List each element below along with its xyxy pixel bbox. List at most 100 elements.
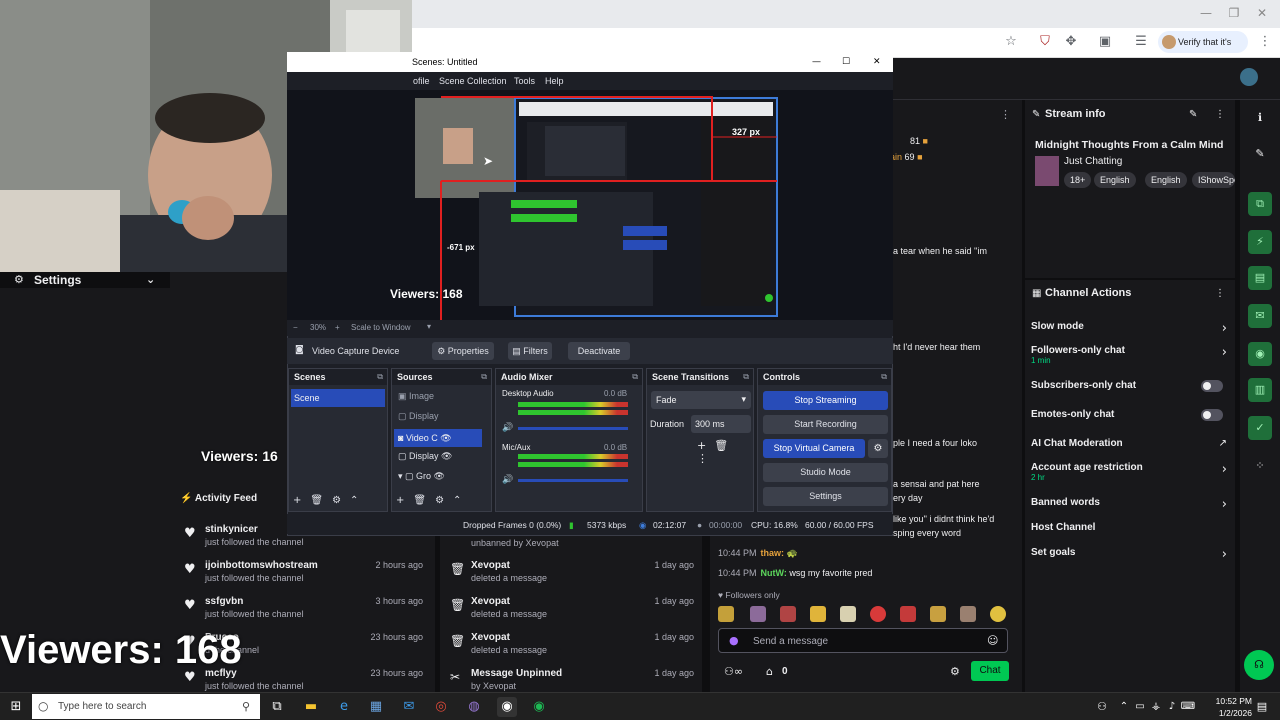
host-channel-row[interactable]: Host Channel <box>1031 522 1231 533</box>
chat-bubble-icon[interactable]: ✉ <box>1248 304 1272 328</box>
minimize-icon[interactable]: — <box>812 52 821 72</box>
followers-only-row[interactable]: Followers-only chat 1 min › <box>1031 345 1231 365</box>
tag[interactable]: IShowSpe <box>1192 172 1235 188</box>
account-age-row[interactable]: Account age restriction 2 hr › <box>1031 462 1231 482</box>
ai-moderation-row[interactable]: AI Chat Moderation ↗ <box>1031 438 1231 449</box>
file-explorer-icon[interactable]: ▬ <box>301 697 321 717</box>
app-icon[interactable]: ◍ <box>464 697 484 717</box>
more-menu-icon[interactable]: ⋮ <box>1256 34 1274 52</box>
chrome-icon[interactable]: ◎ <box>431 697 451 717</box>
emote[interactable] <box>840 606 856 622</box>
scale-mode[interactable]: Scale to Window <box>351 323 411 332</box>
source-item-selected[interactable]: ◙ Video C 👁 <box>394 429 482 447</box>
start-recording-button[interactable]: Start Recording <box>763 415 888 434</box>
chevron-down-icon[interactable]: ▾ <box>427 322 431 331</box>
bolt-icon[interactable]: ⚡ <box>1248 230 1272 254</box>
extension-shield-icon[interactable]: ⛉ <box>1036 34 1054 52</box>
support-chat-icon[interactable]: ☊ <box>1244 650 1274 680</box>
more-options-icon[interactable]: ⋮ <box>1215 288 1225 299</box>
duration-input[interactable]: 300 ms <box>691 415 751 433</box>
info-icon[interactable]: ℹ <box>1248 106 1272 130</box>
verify-identity-button[interactable]: Verify that it's you <box>1158 31 1248 69</box>
layout-icon[interactable]: ▥ <box>1248 378 1272 402</box>
list-item[interactable]: ♥ ijoinbottomswhostream just followed th… <box>184 560 429 594</box>
system-clock[interactable]: 10:52 PM 1/2/2026 <box>1196 695 1252 719</box>
emote[interactable] <box>870 606 886 622</box>
zoom-in-icon[interactable]: + <box>335 323 340 332</box>
apps-icon[interactable]: ⁘ <box>1248 454 1272 478</box>
gear-icon[interactable]: ⚙ <box>868 439 888 458</box>
volume-slider[interactable] <box>518 479 628 482</box>
close-icon[interactable]: ✕ <box>1248 6 1276 22</box>
set-goals-row[interactable]: Set goals › <box>1031 547 1231 562</box>
source-toolbar[interactable]: +🗑⚙⌃ <box>396 495 470 506</box>
chat-settings-icon[interactable]: ⚙ <box>950 665 960 678</box>
studio-mode-button[interactable]: Studio Mode <box>763 463 888 482</box>
task-view-icon[interactable]: ⧉ <box>267 697 287 717</box>
close-icon[interactable]: ✕ <box>873 52 881 72</box>
stop-streaming-button[interactable]: Stop Streaming <box>763 391 888 410</box>
edit-icon[interactable]: ✎ <box>1189 109 1197 120</box>
edge-icon[interactable]: e <box>334 697 354 717</box>
mail-icon[interactable]: ✉ <box>399 697 419 717</box>
chat-message[interactable]: 10:44 PM NutW: wsg my favorite pred <box>718 568 872 578</box>
notifications-icon[interactable]: ▤ <box>1252 697 1272 717</box>
transition-select[interactable]: Fade ▾ <box>651 391 751 409</box>
subscribers-only-toggle[interactable] <box>1201 380 1223 392</box>
speaker-icon[interactable]: 🔊 <box>502 475 513 485</box>
chat-send-button[interactable]: Chat <box>971 661 1009 681</box>
emote[interactable] <box>750 606 766 622</box>
tag[interactable]: 18+ <box>1064 172 1092 188</box>
emote[interactable] <box>930 606 946 622</box>
source-item[interactable]: ▣ Image <box>398 391 434 402</box>
chat-menu-icon[interactable]: ⋮ <box>1000 108 1011 121</box>
store-icon[interactable]: ▦ <box>366 697 386 717</box>
emote[interactable] <box>810 606 826 622</box>
tag[interactable]: English <box>1094 172 1136 188</box>
pencil-icon[interactable]: ✎ <box>1248 142 1272 166</box>
tag[interactable]: English <box>1145 172 1187 188</box>
scene-toolbar[interactable]: +🗑⚙⌃ <box>293 495 367 506</box>
minimize-icon[interactable]: — <box>1192 6 1220 22</box>
slow-mode-row[interactable]: Slow mode › <box>1031 321 1231 336</box>
emotes-only-row[interactable]: Emotes-only chat <box>1031 409 1231 421</box>
more-options-icon[interactable]: ⋮ <box>1215 109 1225 120</box>
list-item[interactable]: ♥ ssfgvbn just followed the channel 3 ho… <box>184 596 429 630</box>
obs-icon[interactable]: ◉ <box>497 697 517 717</box>
scene-item[interactable]: Scene <box>291 389 385 407</box>
media-icon[interactable]: ▣ <box>1096 34 1114 52</box>
obs-preview[interactable]: 327 px -671 px Viewers: 168 ➤ <box>287 90 893 320</box>
settings-header[interactable]: ⚙ Settings ⌄ <box>0 272 170 288</box>
stop-virtual-camera-button[interactable]: Stop Virtual Camera <box>763 439 865 458</box>
emotes-only-toggle[interactable] <box>1201 409 1223 421</box>
chat-input[interactable]: ● Send a message ☺ <box>718 628 1008 653</box>
people-icon[interactable]: ⚇ <box>1092 697 1112 717</box>
emote[interactable] <box>718 606 734 622</box>
chat-message[interactable]: 10:44 PM thaw: 🐢 <box>718 548 798 559</box>
source-item[interactable]: ▢ Display <box>398 411 439 422</box>
spotify-icon[interactable]: ◉ <box>529 697 549 717</box>
clip-icon[interactable]: ⧉ <box>1248 192 1272 216</box>
microphone-icon[interactable]: ● <box>729 634 739 647</box>
emote[interactable] <box>990 606 1006 622</box>
stream-category[interactable]: Just Chatting <box>1064 156 1122 167</box>
subscribers-only-row[interactable]: Subscribers-only chat <box>1031 380 1231 392</box>
emote[interactable] <box>780 606 796 622</box>
menu-profile[interactable]: ofile <box>413 76 430 86</box>
windows-start-icon[interactable]: ⊞ <box>6 697 26 717</box>
emote[interactable] <box>960 606 976 622</box>
extensions-puzzle-icon[interactable]: ✥ <box>1062 34 1080 52</box>
keyboard-icon[interactable]: ⌨ <box>1178 697 1198 717</box>
emote[interactable] <box>900 606 916 622</box>
properties-button[interactable]: ⚙ Properties <box>432 342 494 360</box>
source-group[interactable]: ▾ ▢ Gro 👁 <box>398 471 445 482</box>
filters-button[interactable]: ▤ Filters <box>508 342 552 360</box>
category-thumbnail[interactable] <box>1035 156 1059 186</box>
source-item[interactable]: ▢ Display 👁 <box>398 451 452 462</box>
menu-help[interactable]: Help <box>545 76 564 86</box>
transition-toolbar[interactable]: +🗑⋮ <box>697 439 753 465</box>
deactivate-button[interactable]: Deactivate <box>568 342 630 360</box>
wrench-icon[interactable]: ✓ <box>1248 416 1272 440</box>
emote-row[interactable] <box>718 603 1013 625</box>
taskbar-search[interactable]: ○ Type here to search ⚲ <box>32 694 260 719</box>
